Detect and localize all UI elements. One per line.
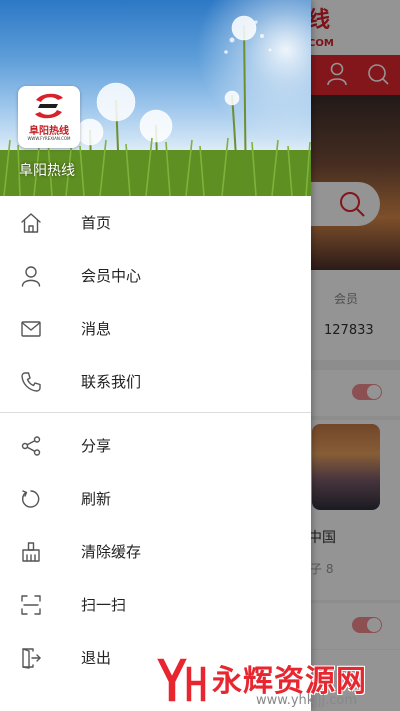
home-icon (21, 212, 41, 233)
menu-item-label: 首页 (81, 214, 112, 232)
broom-icon (22, 541, 40, 562)
site-name: 阜阳热线 (19, 163, 75, 179)
share-icon (21, 435, 41, 456)
watermark-url: www.yhkjjj.com (256, 693, 358, 708)
user-icon (21, 265, 41, 287)
menu-item-scan[interactable]: 扫一扫 (0, 578, 311, 631)
phone-icon (21, 371, 41, 392)
menu-item-label: 联系我们 (81, 373, 142, 391)
scan-icon (21, 594, 41, 615)
menu-item-label: 消息 (81, 320, 112, 338)
logo-url: WWW.FYREXIAN.COM (27, 136, 71, 141)
menu-item-label: 刷新 (81, 490, 112, 508)
menu-item-label: 清除缓存 (81, 543, 142, 561)
menu-item-label: 分享 (81, 437, 112, 455)
drawer-header: 阜阳热线 WWW.FYREXIAN.COM 阜阳热线 (0, 0, 311, 196)
exit-icon (22, 647, 41, 669)
menu-item-member-center[interactable]: 会员中心 (0, 249, 311, 302)
logo-mark-icon (35, 93, 63, 119)
menu-divider (0, 412, 311, 413)
menu-item-messages[interactable]: 消息 (0, 302, 311, 355)
menu-item-clear-cache[interactable]: 清除缓存 (0, 525, 311, 578)
menu-item-label: 会员中心 (81, 267, 142, 285)
menu-item-refresh[interactable]: 刷新 (0, 472, 311, 525)
logo-text: 阜阳热线 (29, 126, 69, 137)
menu-item-home[interactable]: 首页 (0, 196, 311, 249)
site-logo: 阜阳热线 WWW.FYREXIAN.COM (18, 86, 80, 148)
menu-item-label: 扫一扫 (81, 596, 127, 614)
drawer-menu: 首页 会员中心 消息 联系我们 分享 刷新 清除缓存 扫一扫 退出 (0, 196, 311, 684)
menu-item-contact-us[interactable]: 联系我们 (0, 355, 311, 408)
refresh-icon (22, 489, 40, 508)
navigation-drawer: 阜阳热线 WWW.FYREXIAN.COM 阜阳热线 首页 会员中心 消息 联系… (0, 0, 311, 711)
menu-item-share[interactable]: 分享 (0, 419, 311, 472)
watermark-logo-icon (154, 657, 207, 703)
menu-item-label: 退出 (81, 649, 112, 667)
watermark: 永辉资源网 www.yhkjjj.com (152, 650, 400, 711)
mail-icon (21, 320, 41, 337)
